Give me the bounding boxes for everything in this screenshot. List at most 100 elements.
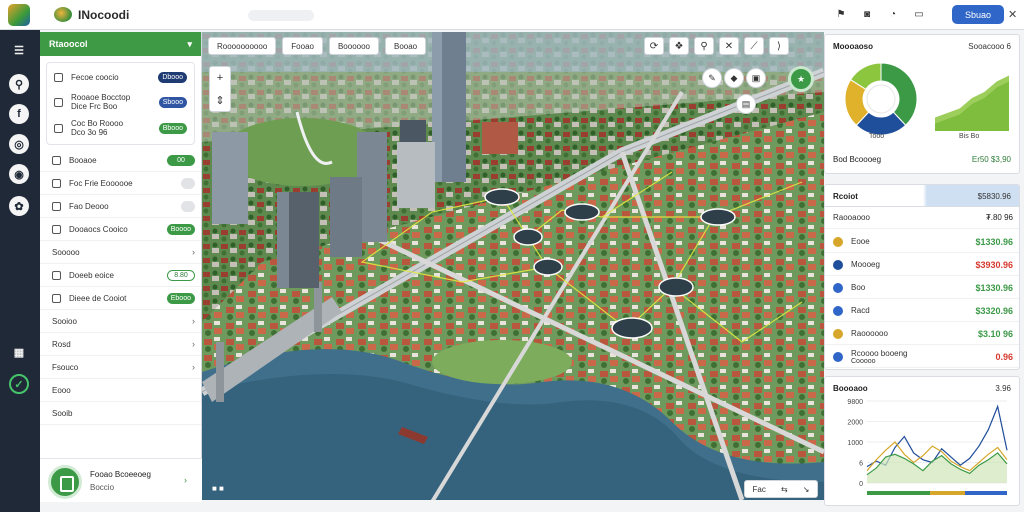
- pan-button[interactable]: ⇕: [210, 90, 230, 113]
- sidebar-item[interactable]: Sooib: [40, 402, 201, 425]
- profile-card[interactable]: Fooao Bcoeeoeg Boccio ›: [40, 458, 202, 502]
- legend-strip-segment: [930, 491, 965, 495]
- menu-icon[interactable]: ☰: [9, 40, 29, 60]
- edit-icon[interactable]: ✎: [702, 68, 722, 88]
- sidebar-item-label: Sooib: [52, 408, 73, 418]
- side-panel-header: Rtaoocol ▾: [40, 32, 201, 56]
- item-icon: [52, 293, 61, 303]
- map-tab[interactable]: Fooao: [282, 37, 323, 55]
- finance-row[interactable]: Eooe $1330.96: [825, 231, 1019, 253]
- window-icon[interactable]: ▭: [912, 7, 926, 21]
- info-icon[interactable]: f: [9, 104, 29, 124]
- collapse-icon[interactable]: ▾: [187, 39, 192, 50]
- y-tick-label: 1000: [847, 440, 863, 447]
- profile-subtitle: Boccio: [90, 483, 115, 492]
- sidebar-item[interactable]: Sooooo ›: [40, 241, 201, 264]
- finance-title: Rcoiot: [833, 192, 858, 201]
- favorite-icon[interactable]: ★: [788, 66, 814, 92]
- check-circle-icon[interactable]: ✓: [9, 374, 29, 394]
- brand-icon: [54, 7, 72, 22]
- finance-row[interactable]: Rcoooo booeng Cooooo 0.96: [825, 346, 1019, 368]
- flag-icon[interactable]: ⚑: [834, 7, 848, 21]
- sidebar-item-badge: Ebooo: [166, 292, 195, 304]
- zoom-in-button[interactable]: +: [210, 67, 230, 90]
- chip-item-sub: Dco 3o 96: [71, 128, 108, 137]
- chevron-right-icon[interactable]: ›: [192, 316, 195, 326]
- grid-icon[interactable]: ▤: [736, 94, 756, 114]
- sidebar-item-label: Booaoe: [69, 155, 97, 165]
- sidebar-item[interactable]: Dooaocs Cooico Boooo: [40, 218, 201, 241]
- finance-row[interactable]: Raoooooo $3.10 96: [825, 323, 1019, 345]
- overview-card: Moooaoso Sooacooo 6 Tooo Bis Bo Bod Bcoo…: [824, 34, 1020, 174]
- finance-row[interactable]: Moooeg $3930.96: [825, 254, 1019, 276]
- avatar[interactable]: [48, 465, 82, 499]
- building-icon[interactable]: ▦: [9, 342, 29, 362]
- chip-item[interactable]: Coc Bo Roooo Dco 3o 96 Bbooo: [51, 115, 190, 141]
- donut-hole: [866, 84, 896, 114]
- notification-icon[interactable]: ◔: [886, 7, 900, 21]
- swap-icon[interactable]: ⇆: [781, 485, 788, 494]
- users-icon[interactable]: ✿: [9, 196, 29, 216]
- sidebar-item[interactable]: Sooioo ›: [40, 310, 201, 333]
- sidebar-item[interactable]: Foc Frie Eoooooe: [40, 172, 201, 195]
- finance-row-sub: Cooooo: [851, 357, 876, 365]
- app-logo[interactable]: [8, 4, 30, 26]
- refresh-icon[interactable]: ⟳: [644, 37, 664, 55]
- layers-icon[interactable]: ❖: [669, 37, 689, 55]
- navigate-icon[interactable]: ↘: [803, 485, 810, 494]
- finance-row-label: Boo: [851, 283, 975, 292]
- tools-icon[interactable]: ✕: [719, 37, 739, 55]
- sidebar-item[interactable]: Rosd ›: [40, 333, 201, 356]
- chevron-right-icon[interactable]: ⟩: [769, 37, 789, 55]
- map-tab[interactable]: Booao: [385, 37, 427, 55]
- top-action-button[interactable]: Sbuao: [952, 5, 1004, 24]
- trend-value: 3.96: [995, 384, 1011, 393]
- sidebar-item-label: Sooioo: [52, 316, 77, 326]
- search-icon[interactable]: ⚲: [694, 37, 714, 55]
- marker-icon[interactable]: ◆: [724, 68, 744, 88]
- checkbox-icon[interactable]: [54, 123, 63, 133]
- finance-row-value: $1330.96: [975, 282, 1013, 293]
- camera-icon[interactable]: ◙: [860, 7, 874, 21]
- finance-subheader: Raooaooo ₮.80 96: [825, 207, 1019, 229]
- map-pin-icon[interactable]: ◉: [9, 164, 29, 184]
- top-search-pill[interactable]: [248, 10, 314, 21]
- sidebar-item[interactable]: Fao Deooo: [40, 195, 201, 218]
- chevron-right-icon[interactable]: ›: [184, 475, 187, 485]
- layers-icon[interactable]: ◎: [9, 134, 29, 154]
- sidebar-item[interactable]: Eooo: [40, 379, 201, 402]
- sidebar-item-label: Rosd: [52, 339, 71, 349]
- finance-row-label: Rcoooo booeng Cooooo: [851, 349, 995, 365]
- finance-row[interactable]: Boo $1330.96: [825, 277, 1019, 299]
- y-tick-label: 2000: [847, 420, 863, 427]
- sidebar-item[interactable]: Dieee de Cooiot Ebooo: [40, 287, 201, 310]
- close-icon[interactable]: ✕: [1008, 8, 1017, 21]
- map-tab[interactable]: Boooooo: [328, 37, 379, 55]
- chip-item[interactable]: Fecoe coocio Dbooo: [51, 66, 190, 89]
- sidebar-item-label: Fao Deooo: [69, 201, 109, 211]
- area-label: Bis Bo: [959, 133, 980, 140]
- chevron-right-icon[interactable]: ›: [192, 247, 195, 257]
- sidebar-item-badge: [181, 177, 195, 189]
- chevron-right-icon[interactable]: ›: [192, 339, 195, 349]
- chip-item[interactable]: Rooaoe Bocctop Dice Frc Boo Sbooo: [51, 89, 190, 115]
- checkbox-icon[interactable]: [54, 73, 63, 82]
- sidebar-item[interactable]: Fsouco ›: [40, 356, 201, 379]
- category-dot-icon: [833, 236, 843, 247]
- finance-header-value: $5830.96: [977, 192, 1011, 201]
- photo-icon[interactable]: ▣: [746, 68, 766, 88]
- chevron-right-icon[interactable]: ›: [192, 362, 195, 372]
- filter-button[interactable]: Fac: [753, 485, 766, 494]
- finance-row-title: Racd: [851, 306, 870, 315]
- map-tab[interactable]: Roooooooooo: [208, 37, 277, 55]
- finance-sub-label: Raooaooo: [833, 213, 870, 222]
- checkbox-icon[interactable]: [54, 97, 63, 107]
- route-icon[interactable]: ⚲: [9, 74, 29, 94]
- sidebar-item[interactable]: Doeeb eoice 8.80: [40, 264, 201, 287]
- profile-name: Fooao Bcoeeoeg: [90, 470, 151, 479]
- measure-icon[interactable]: ⟋: [744, 37, 764, 55]
- sidebar-item[interactable]: Booaoe 00: [40, 149, 201, 172]
- finance-row[interactable]: Racd $3320.96: [825, 300, 1019, 322]
- y-tick-label: 9800: [847, 399, 863, 406]
- map-view[interactable]: Roooooooooo Fooao Boooooo Booao + ⇕ ⟳ ❖ …: [202, 32, 824, 500]
